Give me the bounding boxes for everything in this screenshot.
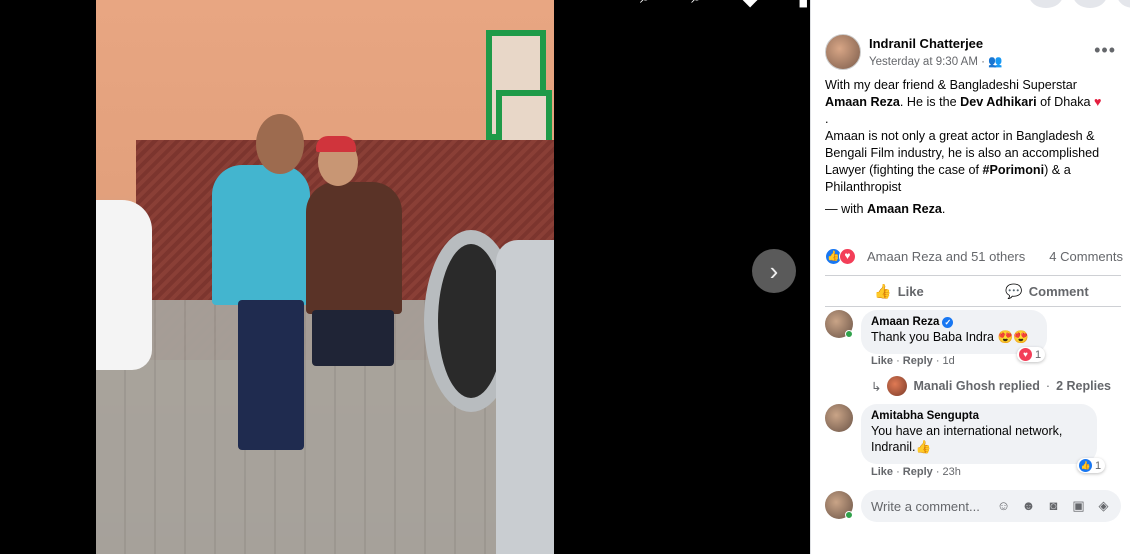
- reaction-summary: 👍 ♥ Amaan Reza and 51 others 4 Comments: [825, 247, 1123, 267]
- comment-like-link[interactable]: Like: [871, 466, 893, 478]
- camera-icon[interactable]: ◙: [1044, 498, 1063, 514]
- comment-placeholder: Write a comment...: [871, 498, 980, 514]
- zoom-out-icon[interactable]: ⌕: [691, 0, 702, 11]
- like-reaction-icon: 👍: [1079, 459, 1092, 472]
- reply-arrow-icon: ↳: [871, 379, 882, 394]
- viewer-toolbar: ⌕ ⌕ ◆ ▮: [640, 0, 809, 11]
- comment-reply-link[interactable]: Reply: [903, 466, 933, 478]
- post-text: With my dear friend & Bangladeshi Supers…: [825, 78, 1102, 216]
- person-head: [256, 114, 304, 174]
- post-meta: Yesterday at 9:30 AM · 👥: [869, 56, 1003, 68]
- next-photo-button[interactable]: ›: [752, 249, 796, 293]
- comment-composer: Write a comment... ☺ ☻ ◙ ▣ ◈: [825, 490, 1121, 522]
- photo-viewer: ⌕ ⌕ ◆ ▮ ›: [0, 0, 810, 554]
- comment-icon: 💬: [1005, 282, 1023, 299]
- chevron-right-icon: ›: [769, 255, 779, 286]
- person-shirt: [212, 165, 310, 305]
- red-cap: [316, 136, 356, 152]
- avatar-sticker-icon[interactable]: ☺: [994, 498, 1013, 514]
- person-shorts: [312, 310, 394, 366]
- love-reaction-icon: ♥: [839, 248, 856, 265]
- comment-input[interactable]: Write a comment... ☺ ☻ ◙ ▣ ◈: [861, 490, 1121, 522]
- reaction-icons[interactable]: 👍 ♥: [825, 248, 856, 265]
- comment-bubble: Amitabha Sengupta You have an internatio…: [861, 404, 1097, 464]
- hashtag-link[interactable]: #Porimoni: [983, 163, 1045, 177]
- comment-meta: Like · Reply · 23h: [871, 466, 961, 478]
- online-status-dot: [845, 330, 853, 338]
- author-name[interactable]: Indranil Chatterjee: [869, 36, 983, 51]
- mention-link[interactable]: Dev Adhikari: [960, 95, 1037, 109]
- view-replies-link[interactable]: ↳ Manali Ghosh replied · 2 Replies: [871, 376, 1111, 396]
- online-status-dot: [845, 511, 853, 519]
- messenger-button[interactable]: [1073, 0, 1107, 8]
- tagged-user-link[interactable]: Amaan Reza: [867, 202, 942, 216]
- menu-button[interactable]: [1029, 0, 1063, 8]
- commenter-name[interactable]: Amaan Reza: [871, 316, 939, 328]
- comment-count[interactable]: 4 Comments: [1049, 249, 1123, 264]
- comment-text: Thank you Baba Indra 😍😍: [871, 330, 1029, 344]
- silver-car: [496, 240, 554, 554]
- panel-top-buttons: [1029, 0, 1130, 8]
- commenter-name[interactable]: Amitabha Sengupta: [871, 410, 1087, 422]
- sticker-icon[interactable]: ◈: [1094, 498, 1113, 514]
- divider: [825, 275, 1121, 276]
- fullscreen-icon[interactable]: ▮: [798, 0, 809, 11]
- reaction-names[interactable]: Amaan Reza and 51 others: [867, 249, 1025, 264]
- tag-icon[interactable]: ◆: [742, 0, 757, 11]
- author-avatar[interactable]: [825, 34, 861, 70]
- post-time[interactable]: Yesterday at 9:30 AM: [869, 56, 978, 68]
- post-photo: [96, 0, 554, 554]
- comment-reaction-count[interactable]: 👍 1: [1077, 458, 1106, 473]
- mention-link[interactable]: Amaan Reza: [825, 95, 900, 109]
- white-car: [96, 200, 152, 370]
- love-reaction-icon: ♥: [1019, 348, 1032, 361]
- comment-like-link[interactable]: Like: [871, 355, 893, 367]
- comment-item: Amaan Reza ✓ Thank you Baba Indra 😍😍 ♥ 1 …: [825, 310, 1121, 372]
- comment-reply-link[interactable]: Reply: [903, 355, 933, 367]
- post-header: Indranil Chatterjee Yesterday at 9:30 AM…: [825, 34, 1116, 74]
- comment-text: You have an international network, Indra…: [871, 424, 1063, 454]
- composer-tools: ☺ ☻ ◙ ▣ ◈: [994, 498, 1113, 514]
- friends-icon[interactable]: 👥: [988, 56, 1002, 68]
- post-actions: 👍 Like 💬 Comment: [825, 278, 1121, 304]
- notifications-button[interactable]: [1117, 0, 1130, 8]
- divider: [825, 306, 1121, 307]
- comment-item: Amitabha Sengupta You have an internatio…: [825, 404, 1121, 482]
- replier-avatar: [887, 376, 908, 396]
- commenter-avatar[interactable]: [825, 404, 853, 432]
- like-button[interactable]: 👍 Like: [825, 278, 973, 304]
- comment-button[interactable]: 💬 Comment: [973, 278, 1121, 304]
- post-panel: Indranil Chatterjee Yesterday at 9:30 AM…: [810, 0, 1130, 554]
- thumbs-up-icon: 👍: [874, 282, 892, 299]
- heart-emoji-icon: ♥: [1094, 95, 1102, 109]
- gif-icon[interactable]: ▣: [1069, 498, 1088, 514]
- comment-age[interactable]: 23h: [943, 466, 961, 478]
- comment-reaction-count[interactable]: ♥ 1: [1017, 347, 1046, 362]
- zoom-in-icon[interactable]: ⌕: [640, 0, 651, 11]
- comment-bubble: Amaan Reza ✓ Thank you Baba Indra 😍😍: [861, 310, 1047, 354]
- comment-age[interactable]: 1d: [943, 355, 955, 367]
- verified-badge-icon: ✓: [942, 316, 954, 328]
- more-options-icon[interactable]: •••: [1094, 40, 1116, 61]
- comment-meta: Like · Reply · 1d: [871, 355, 955, 367]
- emoji-icon[interactable]: ☻: [1019, 498, 1038, 514]
- person-shirt: [306, 182, 402, 314]
- person-pants: [238, 300, 304, 450]
